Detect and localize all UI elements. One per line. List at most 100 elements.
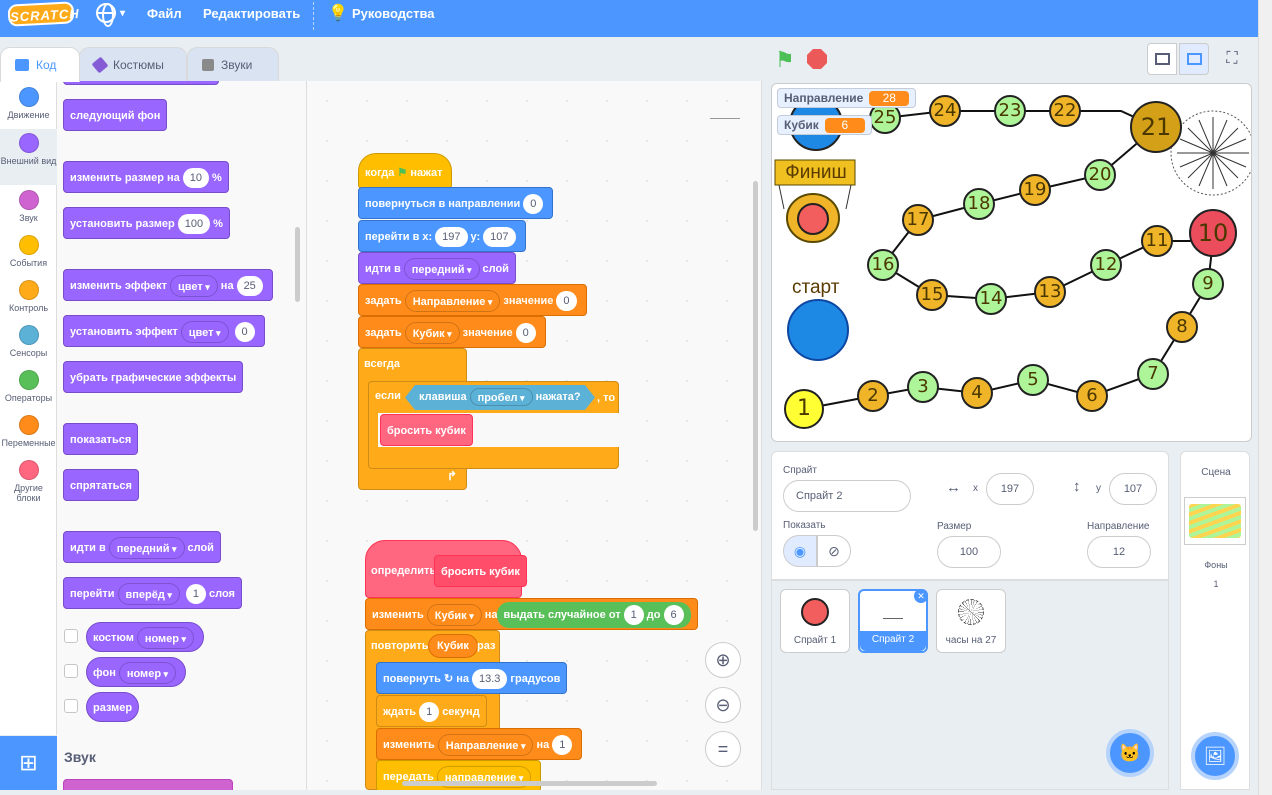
edit-menu[interactable]: Редактировать [203,0,300,37]
script-vscrollbar[interactable] [753,181,758,531]
block-show[interactable]: показаться [63,423,139,455]
category-control[interactable]: Контроль [0,280,57,313]
block-set-cube-var[interactable]: задатьКубикзначение0 [358,316,546,348]
number-dropdown[interactable]: номер [118,662,177,685]
block-point-direction[interactable]: повернуться в направлении 0 [358,187,554,219]
block-input[interactable]: 0 [523,194,544,215]
tab-costumes[interactable]: Костюмы [79,47,187,82]
zoom-out-button[interactable]: ⊖ [705,687,741,723]
backdrop-thumbnail[interactable] [1184,497,1246,545]
block-input[interactable]: 13.3 [471,669,508,690]
block-input[interactable]: 25 [236,276,263,297]
category-myblocks[interactable]: Другие блоки [0,460,57,503]
globe-icon[interactable] [96,3,116,27]
block-input[interactable]: 197 [435,227,468,248]
large-stage-button[interactable] [1179,43,1209,75]
palette-scrollbar[interactable] [295,227,300,302]
block-input[interactable]: 0 [234,322,255,343]
category-sound[interactable]: Звук [0,190,57,223]
block-input[interactable]: 10 [182,168,210,189]
script-hscrollbar[interactable] [402,781,657,786]
layer-dropdown[interactable]: передний [403,258,480,281]
category-motion[interactable]: Движение [0,87,57,120]
effect-dropdown[interactable]: цвет [170,275,218,298]
costume-checkbox[interactable] [64,629,78,643]
block-goto-xy[interactable]: перейти в x: 197 у: 107 [358,220,526,252]
block-clear-effects[interactable]: убрать графические эффекты [63,361,244,393]
sprite-thumb-2[interactable]: ✕ Спрайт 2 [858,589,928,653]
block-input[interactable]: 6 [663,605,684,626]
key-dropdown[interactable]: пробел [470,388,533,406]
block-input[interactable]: 107 [483,227,516,248]
show-hidden-button[interactable]: ⊘ [817,535,851,567]
block-set-direction-var[interactable]: задатьНаправлениезначение0 [358,284,587,316]
add-sprite-button[interactable]: 🐱 [1106,729,1154,777]
size-field[interactable]: 100 [937,536,1001,568]
add-extension-button[interactable]: ⊞ [0,736,57,790]
block-set-effect[interactable]: установить эффектцвет0 [63,315,265,347]
sprite-name-field[interactable]: Спрайт 2 [783,480,911,512]
direction-dropdown[interactable]: вперёд [117,583,180,606]
variable-reporter[interactable]: Кубик [428,634,478,658]
zoom-in-button[interactable]: ⊕ [705,642,741,678]
block-go-layers[interactable]: перейтивперёд1слоя [63,577,242,609]
block-next-backdrop[interactable]: следующий фон [63,99,168,131]
variable-dropdown[interactable]: Направление [404,290,501,313]
stage[interactable]: 1 2 3 4 5 6 7 8 9 10 11 12 13 14 15 16 17 18 19 20 21 22 23 24 2… [771,83,1252,442]
scratch-logo[interactable]: SCRATCH [7,1,80,27]
define-prototype[interactable]: бросить кубик [434,555,527,587]
variable-dropdown[interactable]: Направление [437,734,534,757]
stage-panel[interactable]: Сцена Фоны 1 🖼 [1180,451,1250,790]
reporter-backdrop[interactable]: фон номер [86,657,187,687]
block-input[interactable]: 1 [419,702,440,723]
category-variables[interactable]: Переменные [0,415,57,448]
chevron-down-icon[interactable]: ▾ [120,0,125,37]
block-call-roll[interactable]: бросить кубик [380,414,473,446]
tutorials-menu[interactable]: Руководства [352,0,435,37]
block-go-to-layer[interactable]: идти впереднийслой [63,531,221,563]
block-change-effect[interactable]: изменить эффектцветна25 [63,269,273,301]
file-menu[interactable]: Файл [147,0,182,37]
number-dropdown[interactable]: номер [136,627,195,650]
tab-code[interactable]: Код [0,47,80,82]
block-input[interactable]: 1 [185,584,207,605]
block-hide[interactable]: спрятаться [63,469,139,501]
fullscreen-button[interactable]: ⛶ [1217,43,1247,75]
add-backdrop-button[interactable]: 🖼 [1191,732,1239,780]
size-checkbox[interactable] [64,699,78,713]
variable-dropdown[interactable]: Кубик [426,604,482,627]
window-scrollbar[interactable] [1258,0,1272,795]
backdrop-checkbox[interactable] [64,664,78,678]
stop-button[interactable] [807,49,827,69]
palette-block-partial[interactable] [63,81,219,85]
category-events[interactable]: События [0,235,57,268]
block-input[interactable]: 1 [552,735,573,756]
direction-field[interactable]: 12 [1087,536,1151,568]
monitor-direction[interactable]: Направление 28 [777,88,917,108]
monitor-cube[interactable]: Кубик 6 [777,115,872,135]
zoom-reset-button[interactable]: = [705,731,741,767]
green-flag-button[interactable]: ⚑ [775,47,795,73]
sprite-thumb-3[interactable]: часы на 27 [936,589,1006,653]
sprite-thumb-1[interactable]: Спрайт 1 [780,589,850,653]
block-set-size[interactable]: установить размер 100% [63,207,230,239]
category-operators[interactable]: Операторы [0,370,57,403]
reporter-costume[interactable]: костюм номер [86,622,205,652]
block-turn[interactable]: повернуть ↻ на 13.3 градусов [376,662,568,694]
effect-dropdown[interactable]: цвет [180,321,229,344]
category-sensing[interactable]: Сенсоры [0,325,57,358]
block-change-direction[interactable]: изменитьНаправлениена1 [376,728,583,760]
random-reporter[interactable]: выдать случайное от 1 до 6 [497,602,691,628]
block-input[interactable]: 100 [177,214,211,235]
small-stage-button[interactable] [1147,43,1177,75]
block-change-cube[interactable]: изменитьКубикнавыдать случайное от1до6 [365,598,698,630]
sound-block-partial[interactable] [63,779,233,790]
condition-key-pressed[interactable]: клавишапробелнажата? [405,385,595,410]
block-input[interactable]: 0 [556,291,577,312]
block-when-flag-clicked[interactable]: когда ⚑ нажат [358,153,452,189]
delete-sprite-icon[interactable]: ✕ [914,589,928,603]
block-go-to-layer[interactable]: идти впереднийслой [358,252,516,284]
tab-sounds[interactable]: Звуки [187,47,279,82]
y-field[interactable]: 107 [1109,473,1157,505]
block-input[interactable]: 1 [623,605,644,626]
